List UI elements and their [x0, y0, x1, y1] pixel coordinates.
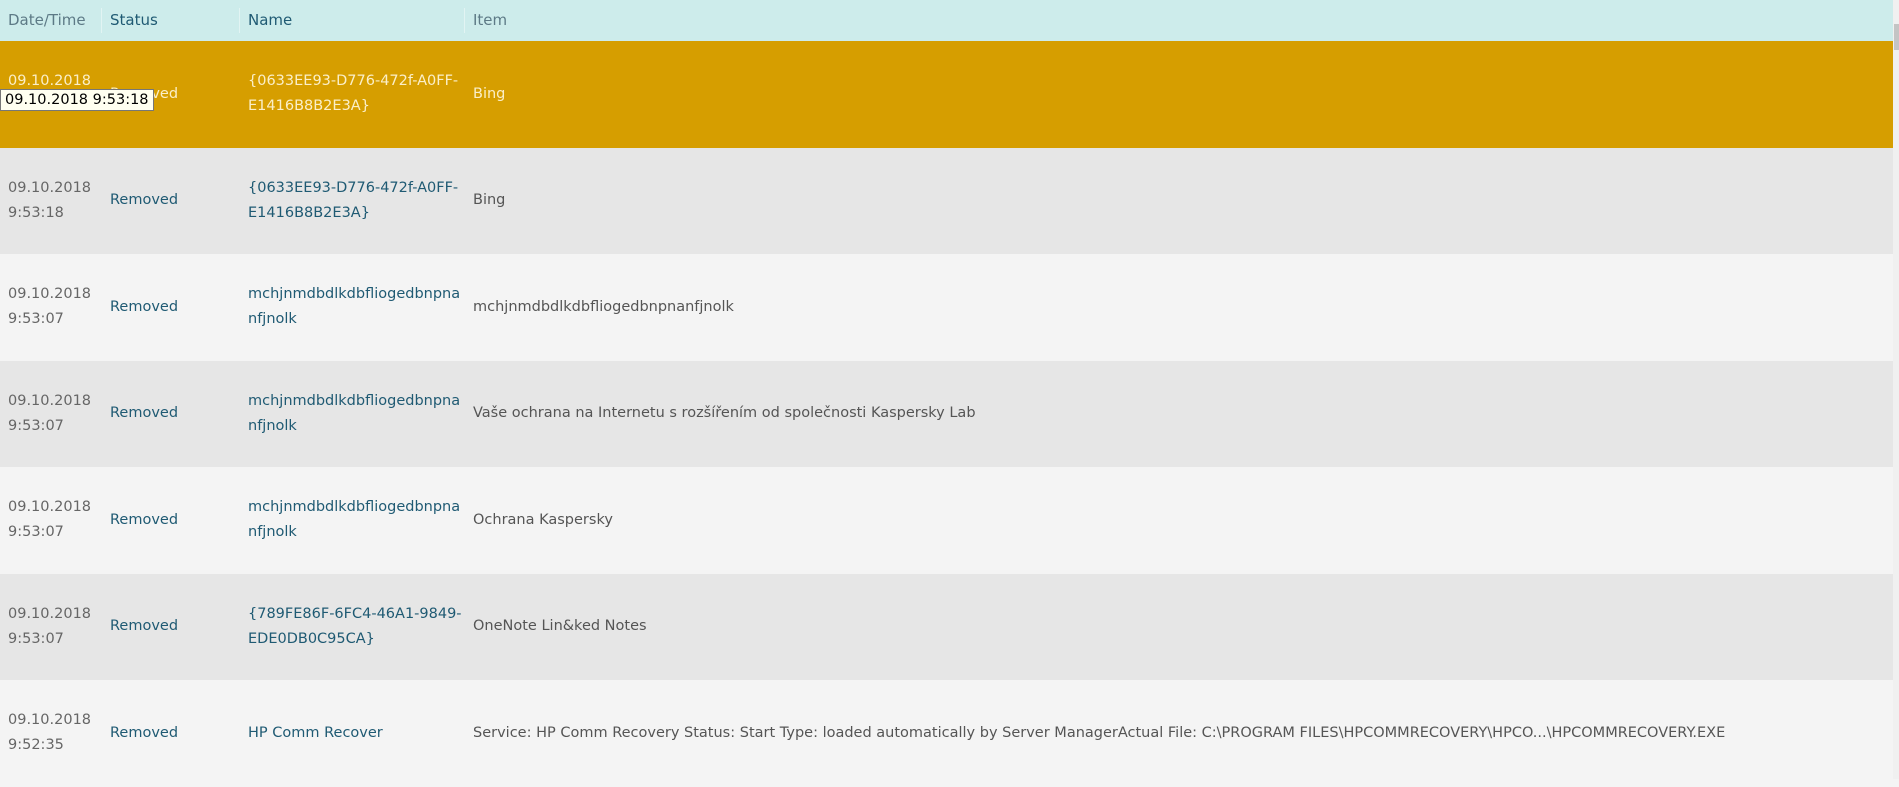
- status-cell: Removed: [110, 511, 179, 528]
- time-text: 9:53:07: [8, 311, 64, 328]
- date-text: 09.10.2018: [8, 286, 92, 303]
- status-cell: Removed: [110, 405, 179, 422]
- column-header-name[interactable]: Name: [240, 8, 465, 33]
- time-text: 9:53:07: [8, 630, 64, 647]
- status-cell: Removed: [110, 618, 179, 635]
- column-header-status[interactable]: Status: [102, 8, 240, 33]
- table-row[interactable]: 09.10.2018 9:53:07 Removed mchjnmdbdlkdbfli…: [0, 360, 1893, 467]
- table-header: Date/Time Status Name Item: [0, 0, 1893, 41]
- date-text: 09.10.2018: [8, 712, 92, 729]
- table-body: 09.10.2018 9:53:18 Removed {0633EE93-D776-4…: [0, 41, 1893, 787]
- history-table: Date/Time Status Name Item 09.10.2018 9:5…: [0, 0, 1893, 787]
- datetime-cell: 09.10.2018 9:52:35: [0, 708, 102, 758]
- name-cell: mchjnmdbdlkdbfliogedbnpnanfjnolk: [248, 286, 461, 328]
- status-cell: Removed: [110, 724, 179, 741]
- item-cell: mchjnmdbdlkdbfliogedbnpnanfjnolk: [473, 298, 734, 315]
- status-cell: Removed: [110, 192, 179, 209]
- table-row-selected[interactable]: 09.10.20189:53:18Removed{0633EE93-D776-4…: [0, 41, 1893, 148]
- column-header-datetime[interactable]: Date/Time: [0, 8, 102, 33]
- datetime-cell: 09.10.2018 9:53:07: [0, 389, 102, 439]
- item-cell: Bing: [473, 192, 506, 209]
- table-row[interactable]: 09.10.2018 9:53:07 Removed {789FE86F-6FC4-4…: [0, 573, 1893, 680]
- date-text: 09.10.2018: [8, 605, 92, 622]
- datetime-cell: 09.10.2018 9:53:18: [0, 176, 102, 226]
- date-text: 09.10.2018: [8, 392, 92, 409]
- item-cell: Bing: [473, 85, 506, 102]
- time-text: 9:53:18: [8, 204, 64, 221]
- name-cell: HP Comm Recover: [248, 724, 383, 741]
- vertical-scrollbar[interactable]: [1893, 0, 1899, 779]
- time-text: 9:53:07: [8, 524, 64, 541]
- status-cell: Removed: [110, 298, 179, 315]
- table-row[interactable]: 09.10.2018 9:53:07 Removed mchjnmdbdlkdbfli…: [0, 254, 1893, 361]
- scrollbar-thumb[interactable]: [1894, 24, 1899, 50]
- datetime-cell: 09.10.2018 9:53:07: [0, 282, 102, 332]
- table-row[interactable]: 09.10.2018 9:52:35 Removed HP Comm Recover S…: [0, 680, 1893, 787]
- table-row[interactable]: 09.10.2018 9:53:07 Removed mchjnmdbdlkdbfli…: [0, 467, 1893, 574]
- time-text: 9:52:35: [8, 737, 64, 754]
- table-row[interactable]: 09.10.2018 9:53:18 Removed {0633EE93-D776-4…: [0, 147, 1893, 254]
- datetime-cell: 09.10.2018 9:53:07: [0, 602, 102, 652]
- date-text: 09.10.2018: [8, 179, 92, 196]
- column-header-item[interactable]: Item: [465, 8, 1893, 33]
- name-cell: {789FE86F-6FC4-46A1-9849-EDE0DB0C95CA}: [248, 605, 462, 647]
- date-text: 09.10.2018: [8, 73, 92, 90]
- datetime-tooltip: 09.10.2018 9:53:18: [0, 89, 154, 111]
- name-cell: {0633EE93-D776-472f-A0FF-E1416B8B2E3A}: [248, 73, 459, 115]
- date-text: 09.10.2018: [8, 499, 92, 516]
- item-cell: OneNote Lin&ked Notes: [473, 618, 647, 635]
- name-cell: {0633EE93-D776-472f-A0FF-E1416B8B2E3A}: [248, 179, 459, 221]
- item-cell: Ochrana Kaspersky: [473, 511, 613, 528]
- item-cell: Service: HP Comm Recovery Status: Start …: [473, 724, 1726, 741]
- name-cell: mchjnmdbdlkdbfliogedbnpnanfjnolk: [248, 392, 461, 434]
- datetime-cell: 09.10.2018 9:53:07: [0, 495, 102, 545]
- item-cell: Vaše ochrana na Internetu s rozšířením o…: [473, 405, 976, 422]
- time-text: 9:53:07: [8, 417, 64, 434]
- name-cell: mchjnmdbdlkdbfliogedbnpnanfjnolk: [248, 499, 461, 541]
